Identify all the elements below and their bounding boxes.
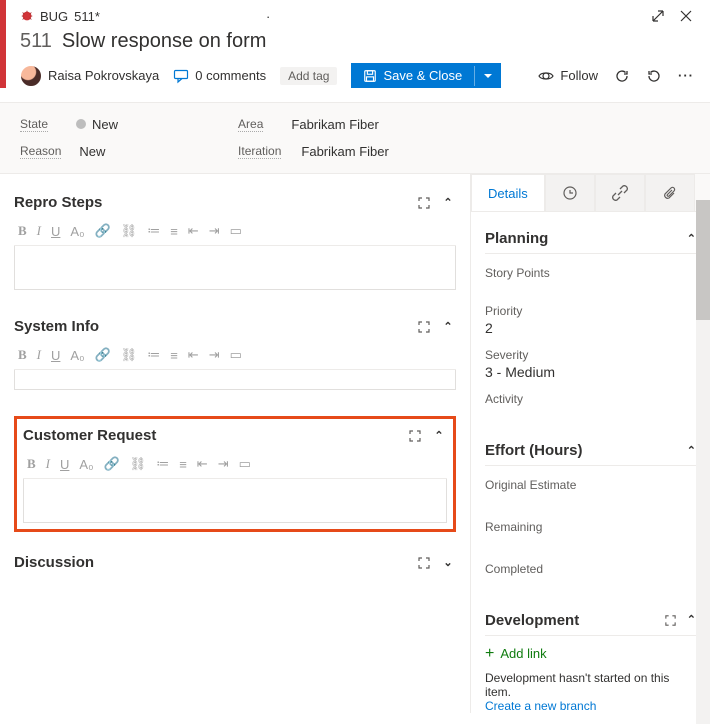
editor-toolbar[interactable]: BIU A₀🔗⛓ ≔≡⇤⇥ ▭ xyxy=(23,450,447,479)
reason-value[interactable]: New xyxy=(79,144,105,159)
system-info-title: System Info xyxy=(14,318,99,335)
editor-toolbar[interactable]: BIU A₀🔗⛓ ≔≡⇤⇥ ▭ xyxy=(14,341,456,370)
plus-icon: + xyxy=(485,648,494,660)
scrollbar[interactable] xyxy=(696,200,710,724)
more-icon[interactable]: ··· xyxy=(678,68,694,84)
original-estimate-label: Original Estimate xyxy=(485,478,696,492)
close-icon[interactable] xyxy=(678,8,694,24)
create-branch-link[interactable]: Create a new branch xyxy=(485,699,696,713)
effort-title: Effort (Hours) xyxy=(485,442,583,459)
severity-label: Severity xyxy=(485,348,696,362)
repro-steps-editor[interactable] xyxy=(14,246,456,290)
collapse-icon[interactable]: ⌃ xyxy=(440,195,456,211)
story-points-label: Story Points xyxy=(485,266,696,280)
add-link-button[interactable]: + Add link xyxy=(485,646,696,661)
bug-icon xyxy=(20,9,34,23)
iteration-value[interactable]: Fabrikam Fiber xyxy=(301,144,388,159)
tab-links[interactable] xyxy=(595,174,645,211)
customer-request-highlight: Customer Request ⌃ BIU A₀🔗⛓ ≔≡⇤⇥ ▭ xyxy=(14,416,456,532)
discussion-title: Discussion xyxy=(14,554,94,571)
comments-button[interactable]: 0 comments xyxy=(173,68,266,84)
fullscreen-icon[interactable] xyxy=(663,613,679,629)
collapse-icon[interactable]: ⌃ xyxy=(687,613,696,629)
fullscreen-icon[interactable] xyxy=(416,319,432,335)
area-label: Area xyxy=(238,117,263,132)
dot-indicator: · xyxy=(266,9,270,24)
system-info-editor[interactable] xyxy=(14,370,456,390)
scrollbar-thumb[interactable] xyxy=(696,200,710,320)
add-link-label: Add link xyxy=(500,646,546,661)
completed-label: Completed xyxy=(485,562,696,576)
save-and-close-button[interactable]: Save & Close xyxy=(351,63,501,88)
workitem-id-dirty: 511* xyxy=(74,9,100,24)
avatar xyxy=(20,65,42,87)
workitem-id: 511 xyxy=(20,30,52,53)
state-label: State xyxy=(20,117,48,132)
save-label: Save & Close xyxy=(383,68,462,83)
repro-steps-section: Repro Steps ⌃ BIU A₀🔗⛓ ≔≡⇤⇥ ▭ xyxy=(14,192,456,290)
tab-details[interactable]: Details xyxy=(471,174,545,211)
undo-icon[interactable] xyxy=(646,68,662,84)
iteration-label: Iteration xyxy=(238,144,281,159)
accent-bar xyxy=(0,0,6,88)
workitem-title[interactable]: Slow response on form xyxy=(62,30,267,53)
priority-value[interactable]: 2 xyxy=(485,320,696,336)
popout-icon[interactable] xyxy=(650,8,666,24)
collapse-icon[interactable]: ⌄ xyxy=(440,555,456,571)
discussion-section: Discussion ⌄ xyxy=(14,552,456,577)
severity-value[interactable]: 3 - Medium xyxy=(485,364,696,380)
follow-button[interactable]: Follow xyxy=(538,68,598,84)
collapse-icon[interactable]: ⌃ xyxy=(440,319,456,335)
remaining-label: Remaining xyxy=(485,520,696,534)
customer-request-title: Customer Request xyxy=(23,427,156,444)
reason-label: Reason xyxy=(20,144,61,159)
area-value[interactable]: Fabrikam Fiber xyxy=(291,117,378,132)
development-title: Development xyxy=(485,612,579,629)
planning-title: Planning xyxy=(485,230,548,247)
assignee-name: Raisa Pokrovskaya xyxy=(48,68,159,83)
activity-label: Activity xyxy=(485,392,696,406)
system-info-section: System Info ⌃ BIU A₀🔗⛓ ≔≡⇤⇥ ▭ xyxy=(14,316,456,390)
fullscreen-icon[interactable] xyxy=(407,428,423,444)
priority-label: Priority xyxy=(485,304,696,318)
fullscreen-icon[interactable] xyxy=(416,555,432,571)
state-value[interactable]: New xyxy=(76,117,118,132)
tab-history[interactable] xyxy=(545,174,595,211)
tab-attachments[interactable] xyxy=(645,174,695,211)
assignee[interactable]: Raisa Pokrovskaya xyxy=(20,65,159,87)
collapse-icon[interactable]: ⌃ xyxy=(687,232,696,245)
collapse-icon[interactable]: ⌃ xyxy=(431,428,447,444)
follow-label: Follow xyxy=(560,68,598,83)
save-caret-button[interactable] xyxy=(474,66,501,86)
repro-steps-title: Repro Steps xyxy=(14,194,102,211)
refresh-icon[interactable] xyxy=(614,68,630,84)
workitem-type: BUG xyxy=(40,9,68,24)
fullscreen-icon[interactable] xyxy=(416,195,432,211)
comments-label: 0 comments xyxy=(195,68,266,83)
add-tag-button[interactable]: Add tag xyxy=(280,67,337,85)
editor-toolbar[interactable]: BIU A₀🔗⛓ ≔≡⇤⇥ ▭ xyxy=(14,217,456,246)
customer-request-section: Customer Request ⌃ BIU A₀🔗⛓ ≔≡⇤⇥ ▭ xyxy=(23,425,447,523)
collapse-icon[interactable]: ⌃ xyxy=(687,444,696,457)
development-status: Development hasn't started on this item. xyxy=(485,671,696,699)
customer-request-editor[interactable] xyxy=(23,479,447,523)
